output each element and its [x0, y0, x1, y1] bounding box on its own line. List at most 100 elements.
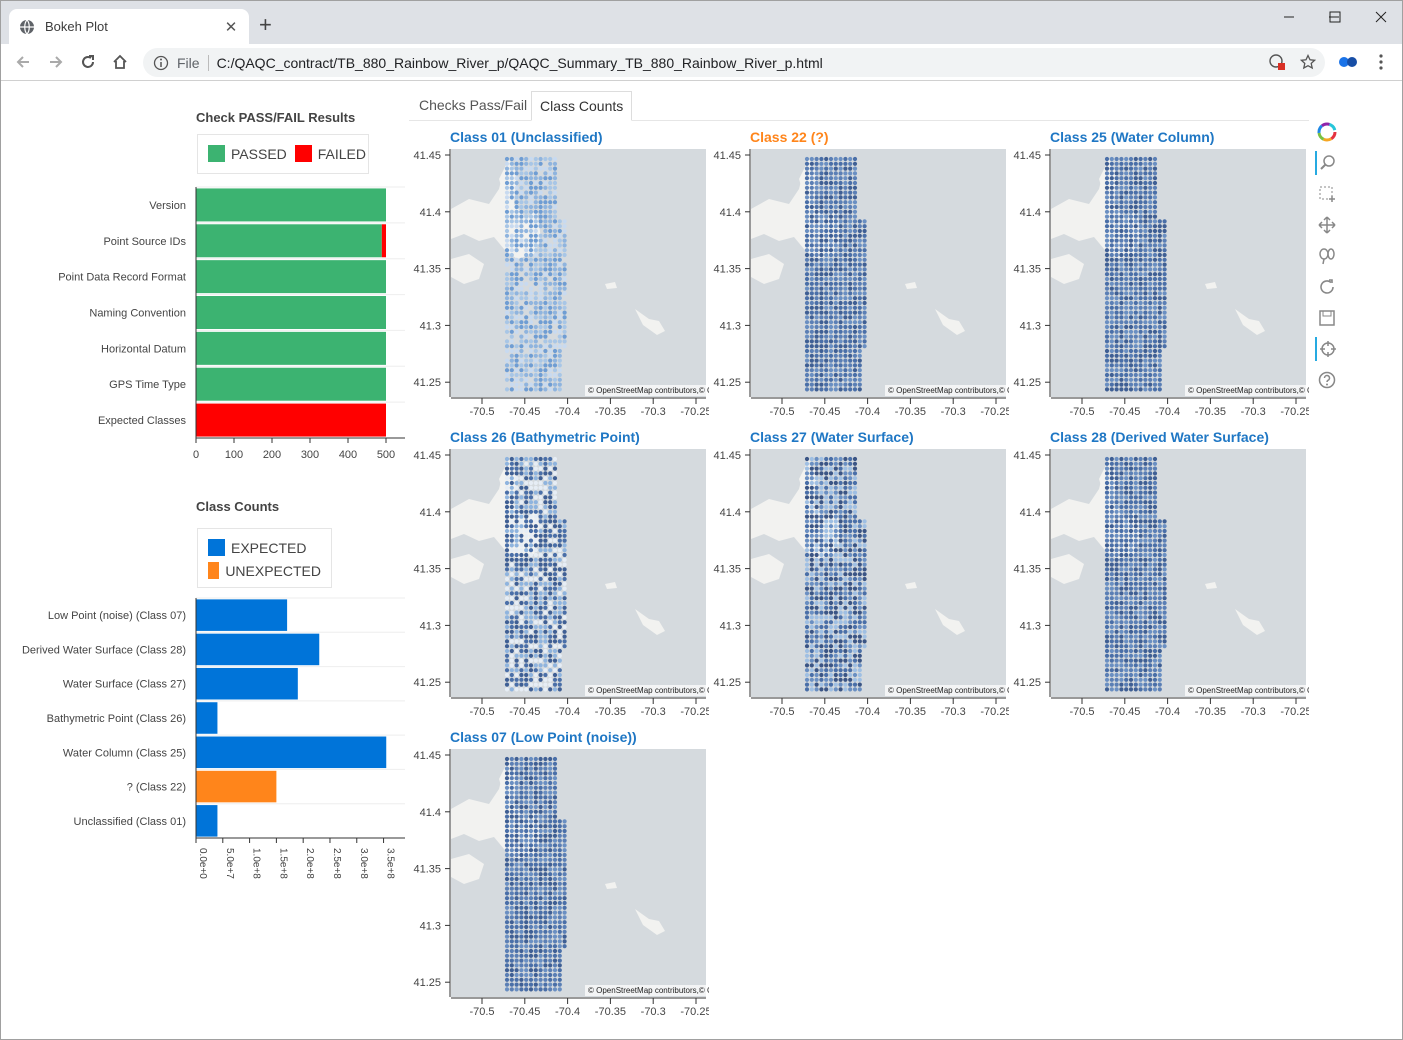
- lasso-icon[interactable]: [1315, 244, 1339, 268]
- help-icon[interactable]: [1315, 368, 1339, 392]
- info-icon[interactable]: [153, 55, 169, 71]
- map-point: [514, 653, 519, 658]
- x-tick-label: -70.25: [680, 406, 709, 418]
- map-point: [814, 382, 819, 387]
- map-point: [843, 248, 848, 253]
- menu-button[interactable]: [1371, 52, 1391, 72]
- map-point: [538, 243, 543, 248]
- reset-icon[interactable]: [1315, 275, 1339, 299]
- extension-button[interactable]: [1338, 52, 1358, 72]
- map-point: [552, 576, 558, 582]
- map-point: [1133, 358, 1138, 363]
- crosshair-icon[interactable]: [1315, 337, 1339, 361]
- map-point: [533, 377, 538, 382]
- map-point: [828, 562, 834, 567]
- map-point: [509, 500, 514, 505]
- map-point: [538, 519, 543, 524]
- zoom-icon[interactable]: [1315, 151, 1339, 175]
- map-point: [848, 648, 853, 654]
- close-window-button[interactable]: [1358, 1, 1402, 33]
- map-point: [833, 190, 838, 195]
- minimize-button[interactable]: [1266, 1, 1312, 33]
- close-tab-icon[interactable]: ✕: [223, 18, 239, 36]
- map-point: [857, 600, 862, 606]
- box-select-icon[interactable]: [1315, 182, 1339, 206]
- map-point: [533, 958, 538, 963]
- map-point: [1109, 161, 1114, 166]
- map-point: [1119, 576, 1124, 582]
- blocked-content-button[interactable]: [1267, 52, 1287, 72]
- map-point: [809, 586, 814, 591]
- close-icon: [1375, 11, 1387, 23]
- map-plot[interactable]: © OpenStreetMap contributors,© CartoDB41…: [1009, 449, 1309, 739]
- map-point: [1138, 228, 1143, 234]
- map-plot[interactable]: © OpenStreetMap contributors,© CartoDB41…: [1009, 149, 1309, 439]
- map-point: [1133, 634, 1138, 639]
- map-point: [1128, 276, 1134, 282]
- map-point: [1128, 348, 1134, 354]
- map-point: [833, 315, 838, 320]
- browser-tab[interactable]: Bokeh Plot ✕: [9, 9, 249, 44]
- map-point: [1143, 161, 1148, 166]
- map-point: [504, 761, 510, 766]
- map-plot[interactable]: © OpenStreetMap contributors,© CartoDB41…: [709, 149, 1009, 439]
- forward-button[interactable]: [46, 52, 66, 72]
- map-point: [1133, 490, 1138, 495]
- reload-button[interactable]: [78, 52, 98, 72]
- map-plot[interactable]: © OpenStreetMap contributors,© CartoDB41…: [709, 449, 1009, 739]
- map-point: [1148, 576, 1153, 582]
- bokeh-logo-icon[interactable]: [1315, 120, 1339, 144]
- home-button[interactable]: [110, 52, 130, 72]
- map-point: [552, 809, 558, 814]
- tab-class-counts[interactable]: Class Counts: [531, 91, 633, 121]
- map-point: [1128, 334, 1134, 339]
- map-point: [543, 257, 548, 262]
- map-plot[interactable]: © OpenStreetMap contributors,© CartoDB41…: [409, 149, 709, 439]
- map-point: [862, 267, 867, 272]
- tab-checks-pass-fail[interactable]: Checks Pass/Fail: [411, 91, 535, 121]
- pan-icon[interactable]: [1315, 213, 1339, 237]
- new-tab-button[interactable]: +: [259, 13, 272, 37]
- address-bar[interactable]: File C:/QAQC_contract/TB_880_Rainbow_Riv…: [143, 48, 1325, 77]
- map-point: [524, 663, 529, 668]
- map-point: [504, 944, 510, 949]
- map-point: [809, 358, 814, 363]
- map-point: [1128, 243, 1134, 248]
- map-point: [504, 920, 510, 925]
- map-point: [562, 924, 567, 930]
- map-point: [528, 387, 534, 392]
- map-point: [852, 286, 858, 291]
- map-point: [548, 682, 553, 687]
- map-point: [548, 185, 553, 190]
- map-point: [804, 185, 810, 190]
- map-point: [833, 500, 838, 505]
- map-point: [533, 663, 538, 668]
- map-point: [533, 372, 538, 378]
- map-point: [543, 387, 548, 392]
- map-point: [509, 828, 514, 834]
- map-attribution: © OpenStreetMap contributors,© CartoDB: [588, 686, 709, 695]
- map-point: [524, 672, 529, 678]
- map-point: [1119, 315, 1124, 320]
- map-plot[interactable]: © OpenStreetMap contributors,© CartoDB41…: [409, 449, 709, 739]
- map-point: [528, 624, 534, 630]
- map-point: [524, 272, 529, 277]
- map-point: [1138, 538, 1143, 543]
- back-button[interactable]: [13, 52, 33, 72]
- maximize-button[interactable]: [1312, 1, 1358, 33]
- map-point: [528, 596, 534, 601]
- map-point: [538, 953, 543, 958]
- map-point: [1124, 161, 1129, 166]
- map-point: [843, 605, 848, 610]
- map-plot[interactable]: © OpenStreetMap contributors,© CartoDB41…: [409, 749, 709, 1039]
- map-point: [1109, 524, 1114, 529]
- map-point: [548, 485, 553, 490]
- map-point: [1109, 262, 1114, 267]
- map-point: [548, 876, 553, 882]
- map-point: [1157, 533, 1162, 538]
- save-icon[interactable]: [1315, 306, 1339, 330]
- map-point: [548, 605, 553, 610]
- map-point: [1104, 252, 1110, 258]
- bookmark-button[interactable]: [1298, 52, 1318, 72]
- map-point: [557, 838, 562, 843]
